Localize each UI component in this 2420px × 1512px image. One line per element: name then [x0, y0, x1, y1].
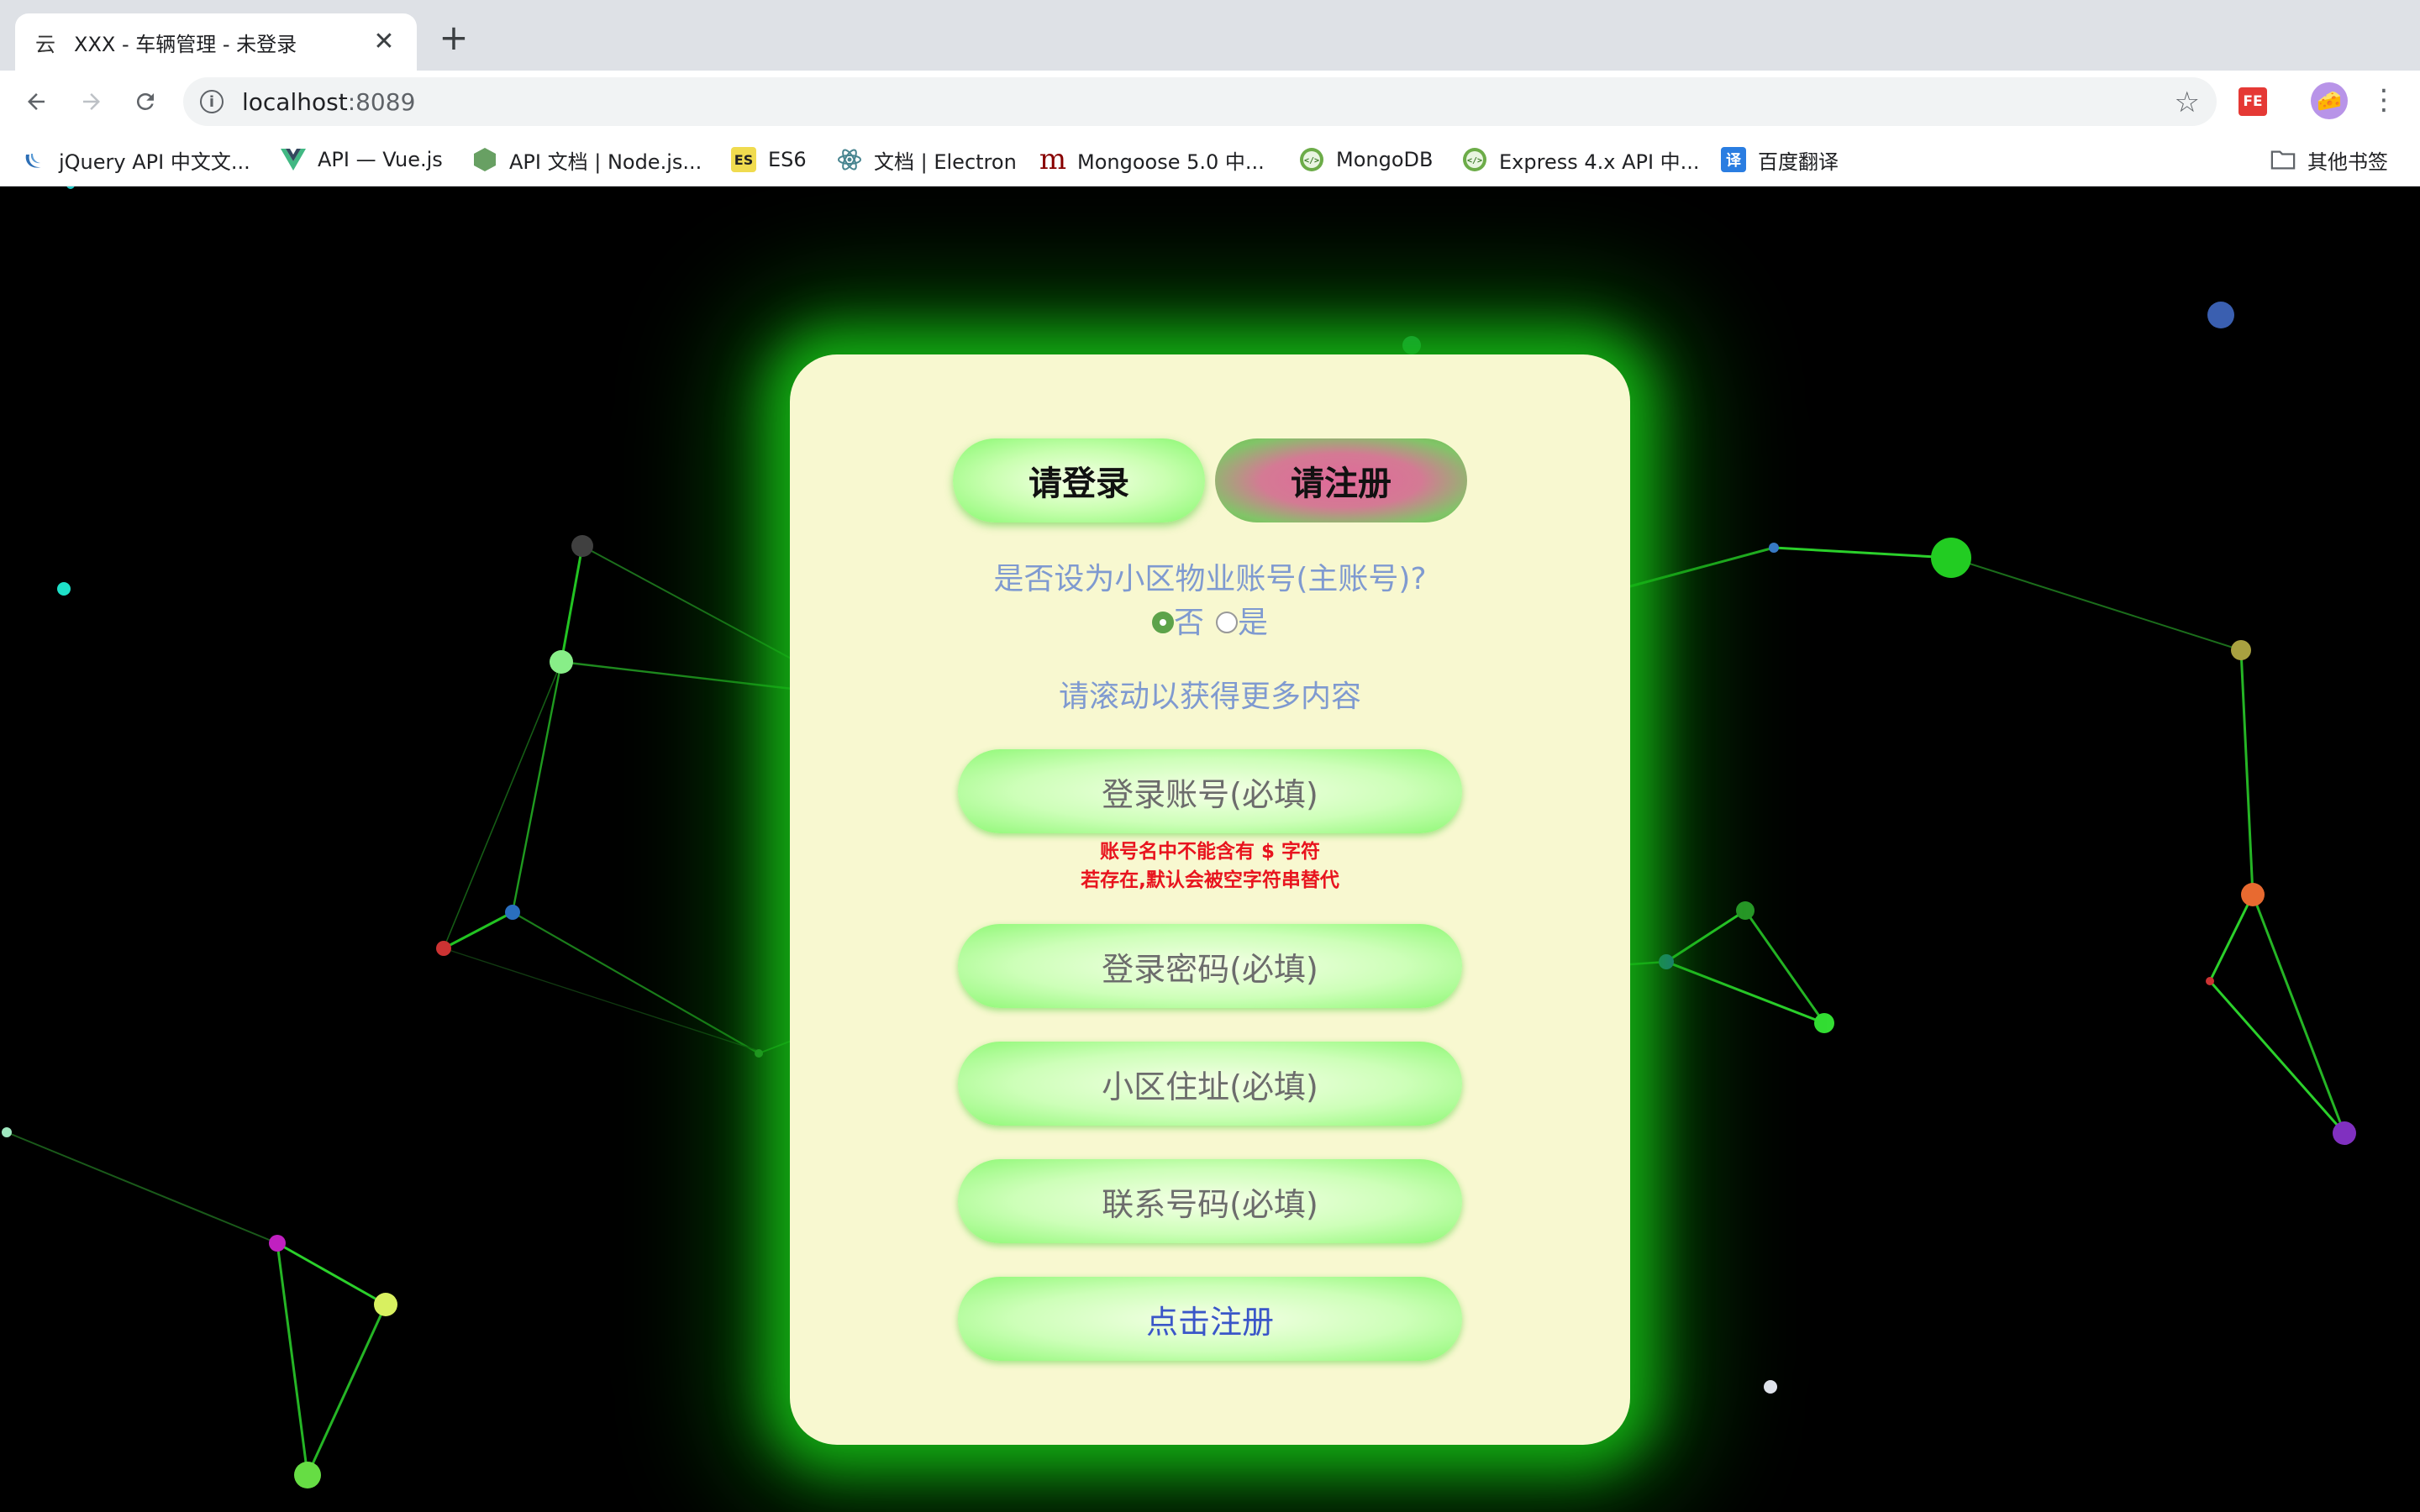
- radio-yes-label[interactable]: 是: [1238, 598, 1268, 642]
- radio-yes[interactable]: [1216, 612, 1238, 633]
- bookmark-electron[interactable]: 文档 | Electron: [837, 143, 1017, 176]
- express-icon: </>: [1462, 147, 1487, 172]
- account-warning-line2: 若存在,默认会被空字符串替代: [1081, 869, 1339, 891]
- back-arrow-icon: [28, 93, 45, 110]
- address-bar[interactable]: i localhost:8089 ☆: [183, 77, 2217, 126]
- bookmark-mongodb[interactable]: </> MongoDB: [1299, 143, 1433, 176]
- other-bookmarks[interactable]: 其他书签: [2270, 143, 2388, 176]
- electron-icon: [837, 147, 862, 172]
- bookmark-jquery[interactable]: jQuery API 中文文...: [22, 143, 250, 176]
- tab-strip: 云 XXX - 车辆管理 - 未登录 ✕ +: [0, 0, 2420, 71]
- scroll-hint: 请滚动以获得更多内容: [1058, 680, 1361, 714]
- browser-menu-icon[interactable]: ⋮: [2370, 81, 2398, 119]
- account-input[interactable]: 登录账号(必填): [958, 749, 1462, 833]
- folder-icon: [2270, 147, 2296, 172]
- bookmark-vue[interactable]: API — Vue.js: [281, 143, 443, 176]
- radio-no-label[interactable]: 否: [1174, 598, 1204, 642]
- address-input[interactable]: 小区住址(必填): [958, 1042, 1462, 1126]
- tab-title: XXX - 车辆管理 - 未登录: [74, 32, 297, 56]
- new-tab-button[interactable]: +: [437, 20, 471, 55]
- profile-avatar[interactable]: 🧀: [2311, 82, 2348, 119]
- bookmarks-bar: jQuery API 中文文... API — Vue.js API 文档 | …: [0, 133, 2420, 186]
- mongodb-icon: </>: [1299, 147, 1324, 172]
- reload-icon: [136, 92, 154, 110]
- bookmark-mongoose[interactable]: m Mongoose 5.0 中...: [1039, 143, 1265, 176]
- jquery-icon: [22, 147, 47, 172]
- property-account-radio-group: 否 是: [790, 598, 1630, 642]
- site-info-icon[interactable]: i: [200, 90, 224, 113]
- nodejs-icon: [472, 147, 497, 172]
- tab-favicon: 云: [35, 32, 55, 56]
- reload-button[interactable]: [126, 82, 165, 121]
- vue-icon: [281, 147, 306, 172]
- fe-extension-icon[interactable]: FE: [2238, 87, 2267, 116]
- bookmark-baidu-translate[interactable]: 译 百度翻译: [1721, 143, 1839, 176]
- bookmark-express[interactable]: </> Express 4.x API 中...: [1462, 143, 1700, 176]
- svg-text:</>: </>: [1304, 156, 1319, 165]
- register-tab-button[interactable]: 请注册: [1215, 438, 1467, 522]
- forward-arrow-icon: [83, 93, 100, 110]
- browser-toolbar: i localhost:8089 ☆ FE 🧀 ⋮: [0, 71, 2420, 133]
- url-text: localhost:8089: [242, 87, 416, 116]
- page-viewport: 请登录 请注册 是否设为小区物业账号(主账号)? 否 是 请滚动以获得更多内容 …: [0, 186, 2420, 1512]
- register-submit-button[interactable]: 点击注册: [958, 1277, 1462, 1361]
- tab-close-icon[interactable]: ✕: [371, 29, 397, 55]
- mongoose-icon: m: [1039, 143, 1067, 176]
- forward-button[interactable]: [72, 82, 111, 121]
- bookmark-star-icon[interactable]: ☆: [2175, 86, 2200, 119]
- back-button[interactable]: [17, 82, 55, 121]
- baidu-translate-icon: 译: [1721, 147, 1746, 172]
- es6-icon: ES: [731, 147, 756, 172]
- bookmark-nodejs[interactable]: API 文档 | Node.js...: [472, 143, 702, 176]
- browser-tab[interactable]: 云 XXX - 车辆管理 - 未登录 ✕: [15, 13, 417, 71]
- radio-no[interactable]: [1151, 612, 1174, 633]
- bookmark-es6[interactable]: ES ES6: [731, 143, 807, 176]
- phone-input[interactable]: 联系号码(必填): [958, 1159, 1462, 1243]
- login-tab-button[interactable]: 请登录: [953, 438, 1205, 522]
- account-warning-line1: 账号名中不能含有 $ 字符: [1099, 841, 1321, 863]
- register-card: 请登录 请注册 是否设为小区物业账号(主账号)? 否 是 请滚动以获得更多内容 …: [790, 354, 1630, 1445]
- property-account-question: 是否设为小区物业账号(主账号)?: [993, 562, 1427, 596]
- svg-text:</>: </>: [1467, 156, 1482, 165]
- password-input[interactable]: 登录密码(必填): [958, 924, 1462, 1008]
